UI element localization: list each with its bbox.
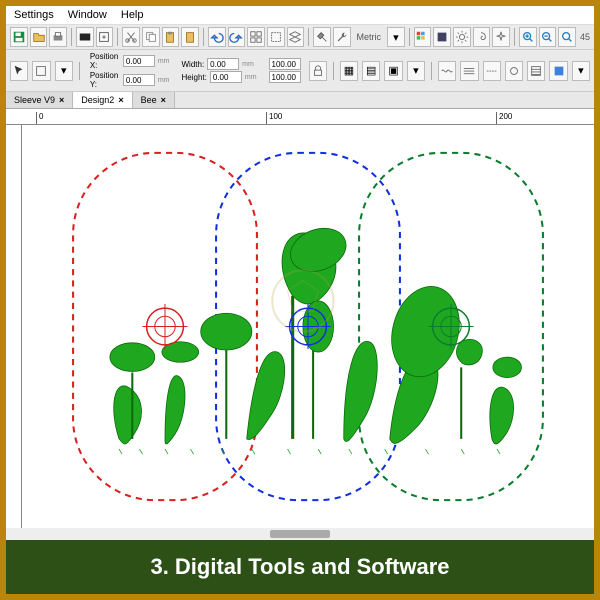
scrollbar-horizontal[interactable]: [6, 528, 594, 540]
ruler-horizontal: 0 100 200: [6, 109, 594, 125]
close-icon[interactable]: ×: [118, 95, 123, 105]
units-dropdown-icon[interactable]: ▾: [387, 27, 405, 47]
paste-icon[interactable]: [162, 27, 180, 47]
zoom-in-icon[interactable]: [519, 27, 537, 47]
zoom-value: 45: [580, 32, 590, 42]
toolbar-properties: ▾ Position X:mm Position Y:mm Width:mm H…: [6, 50, 594, 92]
menu-help[interactable]: Help: [121, 9, 144, 21]
paste-special-icon[interactable]: [181, 27, 199, 47]
zoom-fit-icon[interactable]: [558, 27, 576, 47]
width-label: Width:: [182, 60, 205, 69]
shape-tool-icon[interactable]: [32, 61, 50, 81]
design-canvas[interactable]: [22, 125, 594, 528]
pos-y-input[interactable]: [123, 74, 155, 86]
export-icon[interactable]: [96, 27, 114, 47]
copy-icon[interactable]: [142, 27, 160, 47]
hammer-icon[interactable]: [313, 27, 331, 47]
print-icon[interactable]: [49, 27, 67, 47]
layers-icon[interactable]: [287, 27, 305, 47]
group-icon[interactable]: ▣: [384, 61, 402, 81]
slide-caption: 3. Digital Tools and Software: [6, 540, 594, 594]
lock-aspect-icon[interactable]: [309, 61, 327, 81]
sun-icon[interactable]: [453, 27, 471, 47]
distribute-icon[interactable]: ▤: [362, 61, 380, 81]
color-fill-icon[interactable]: [549, 61, 567, 81]
undo-icon[interactable]: [208, 27, 226, 47]
ruler-vertical: [6, 125, 22, 528]
toolbar-main: Metric ▾ 45: [6, 25, 594, 50]
pos-x-input[interactable]: [123, 55, 155, 67]
embroidery-design[interactable]: [110, 221, 522, 454]
zoom-out-icon[interactable]: [539, 27, 557, 47]
swirl-icon[interactable]: [473, 27, 491, 47]
stitch-type-4-icon[interactable]: [505, 61, 523, 81]
dropdown-icon[interactable]: ▾: [407, 61, 425, 81]
select-icon[interactable]: [267, 27, 285, 47]
fill-pattern-icon[interactable]: [527, 61, 545, 81]
pct-h-input[interactable]: [269, 71, 301, 83]
align-icon[interactable]: ▦: [340, 61, 358, 81]
machine-icon[interactable]: [76, 27, 94, 47]
cut-icon[interactable]: [122, 27, 140, 47]
save-icon[interactable]: [10, 27, 28, 47]
pointer-icon[interactable]: [10, 61, 28, 81]
stitch-type-2-icon[interactable]: [460, 61, 478, 81]
units-label: Metric: [353, 32, 386, 42]
chevron-down-icon[interactable]: ▾: [55, 61, 73, 81]
menubar: Settings Window Help: [6, 6, 594, 25]
stitch-type-1-icon[interactable]: [438, 61, 456, 81]
stitch-view-icon[interactable]: [433, 27, 451, 47]
height-label: Height:: [182, 73, 207, 82]
stitch-type-3-icon[interactable]: [483, 61, 501, 81]
more-dropdown-icon[interactable]: ▾: [572, 61, 590, 81]
tab-design2[interactable]: Design2×: [73, 92, 132, 108]
redo-icon[interactable]: [228, 27, 246, 47]
menu-settings[interactable]: Settings: [14, 9, 54, 21]
width-input[interactable]: [207, 58, 239, 70]
menu-window[interactable]: Window: [68, 9, 107, 21]
color-palette-icon[interactable]: [414, 27, 432, 47]
close-icon[interactable]: ×: [59, 95, 64, 105]
pct-w-input[interactable]: [269, 58, 301, 70]
open-icon[interactable]: [30, 27, 48, 47]
tab-bee[interactable]: Bee×: [133, 92, 175, 108]
document-tabs: Sleeve V9× Design2× Bee×: [6, 92, 594, 109]
pos-y-label: Position Y:: [90, 71, 120, 89]
sparkle-icon[interactable]: [492, 27, 510, 47]
tab-sleeve[interactable]: Sleeve V9×: [6, 92, 73, 108]
grid-icon[interactable]: [247, 27, 265, 47]
height-input[interactable]: [210, 71, 242, 83]
close-icon[interactable]: ×: [161, 95, 166, 105]
wrench-icon[interactable]: [333, 27, 351, 47]
pos-x-label: Position X:: [90, 52, 120, 70]
